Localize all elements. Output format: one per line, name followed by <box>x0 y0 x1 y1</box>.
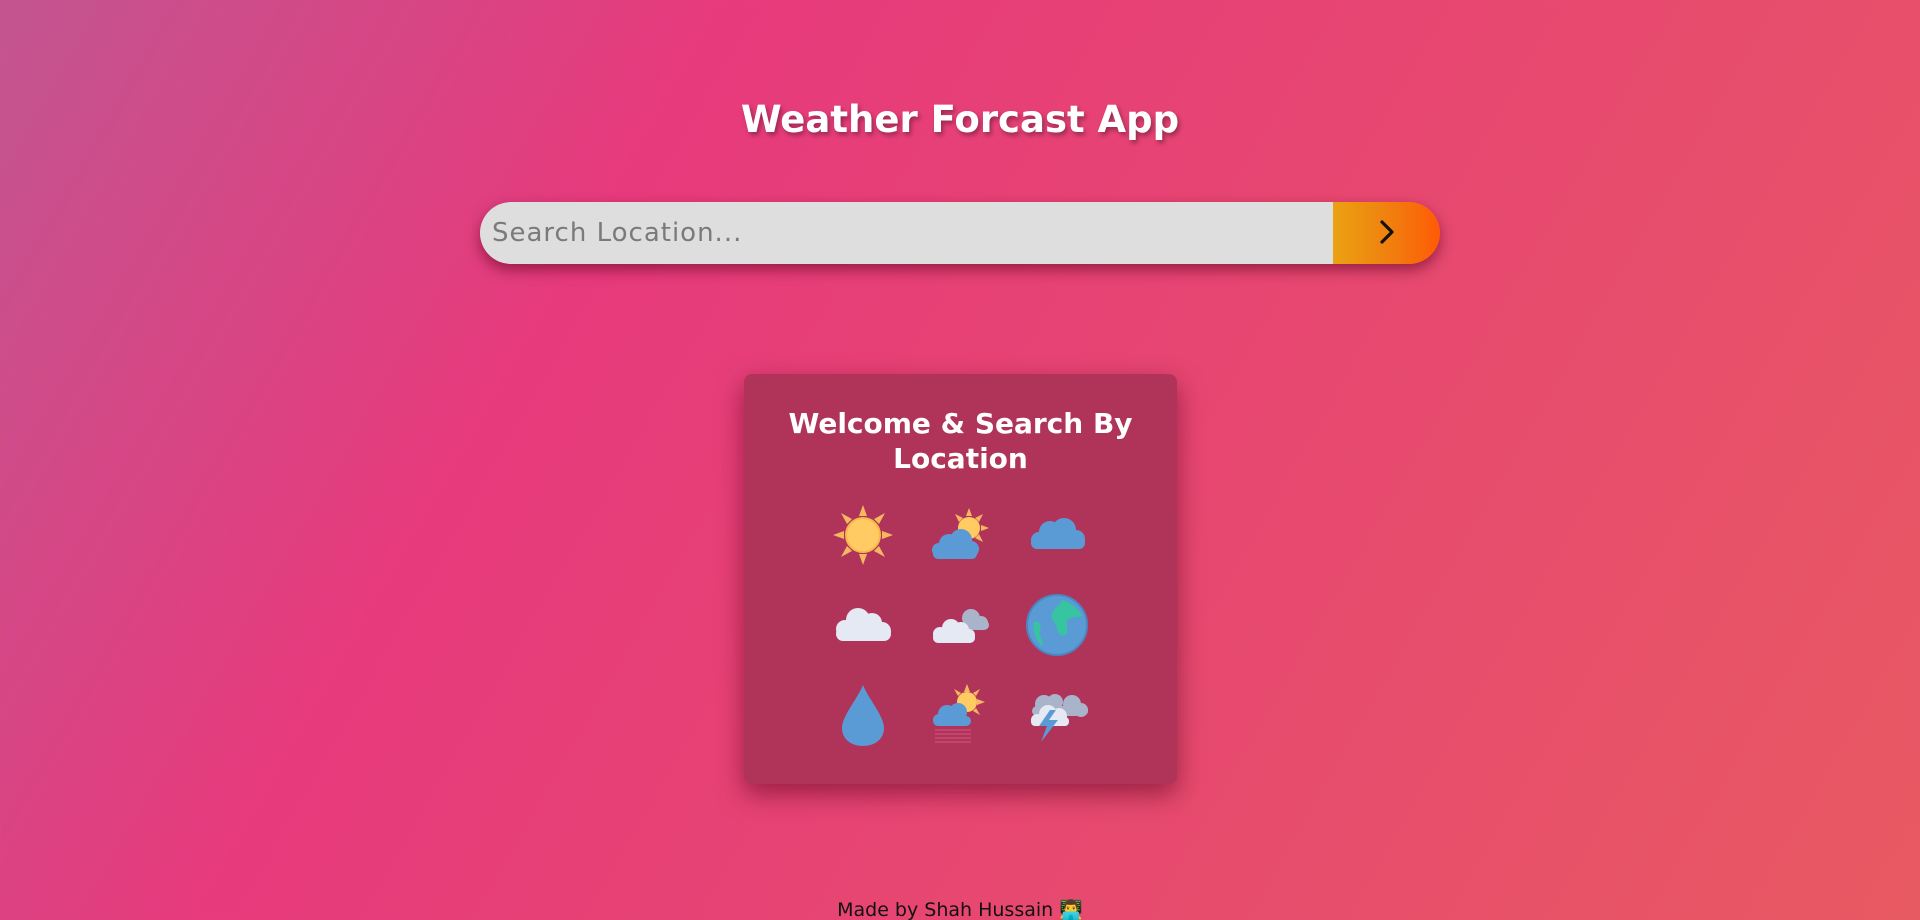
footer-credit: Made by Shah Hussain 👨‍💻 <box>837 899 1083 920</box>
search-input[interactable] <box>480 202 1333 264</box>
sun-rain-icon <box>927 682 993 748</box>
welcome-heading: Welcome & Search By Location <box>788 407 1133 475</box>
chevron-right-icon <box>1375 217 1399 250</box>
search-button[interactable] <box>1333 202 1440 264</box>
cloud-icon <box>1024 502 1090 568</box>
white-cloud-icon <box>830 592 896 658</box>
thunderstorm-icon <box>1024 682 1090 748</box>
partly-sunny-icon <box>927 502 993 568</box>
page-title: Weather Forcast App <box>740 98 1180 141</box>
search-bar <box>480 202 1440 264</box>
raindrop-icon <box>830 682 896 748</box>
welcome-card: Welcome & Search By Location <box>744 374 1177 784</box>
sun-icon <box>830 502 896 568</box>
globe-icon <box>1024 592 1090 658</box>
clouds-icon <box>927 592 993 658</box>
